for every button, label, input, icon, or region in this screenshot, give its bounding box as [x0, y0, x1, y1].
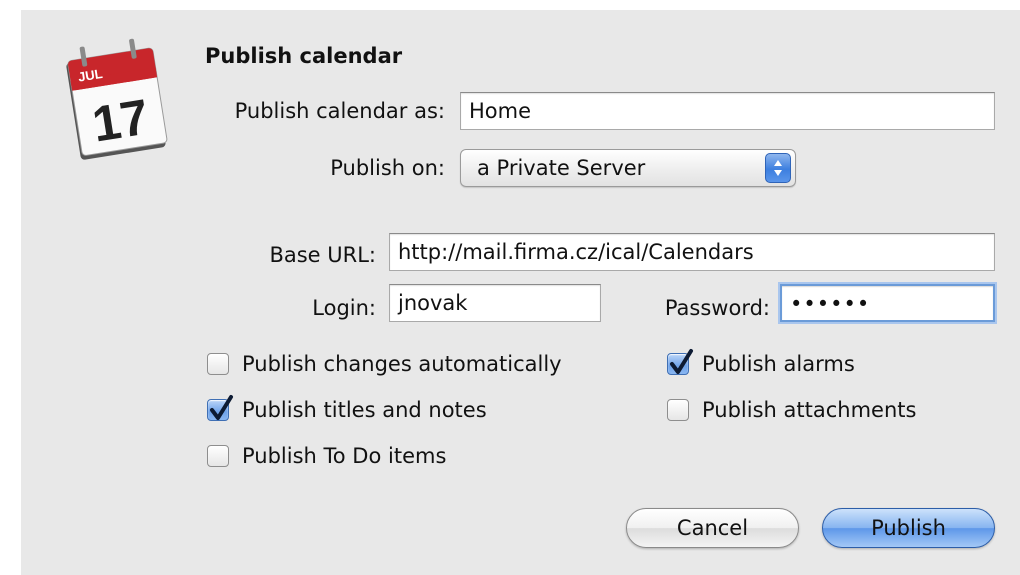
checkmark-icon [210, 395, 233, 420]
publish-todo-checkbox[interactable] [207, 445, 229, 467]
publish-button[interactable]: Publish [822, 508, 995, 548]
dialog-title: Publish calendar [205, 44, 403, 68]
publish-alarms-label[interactable]: Publish alarms [702, 352, 855, 376]
publish-titles-notes-checkbox[interactable] [207, 395, 233, 421]
cancel-button[interactable]: Cancel [626, 508, 799, 548]
publish-as-field[interactable]: Home [460, 92, 995, 130]
publish-alarms-checkbox[interactable] [667, 349, 693, 375]
password-field[interactable]: •••••• [780, 284, 995, 322]
login-field[interactable]: jnovak [389, 284, 601, 322]
publish-changes-auto-checkbox[interactable] [207, 353, 229, 375]
base-url-label: Base URL: [269, 243, 376, 267]
base-url-field[interactable]: http://mail.firma.cz/ical/Calendars [389, 233, 995, 271]
publish-attachments-label[interactable]: Publish attachments [702, 398, 916, 422]
publish-as-label: Publish calendar as: [234, 99, 445, 123]
calendar-icon: JUL 17 [66, 38, 168, 160]
publish-changes-auto-label[interactable]: Publish changes automatically [242, 352, 562, 376]
publish-attachments-checkbox[interactable] [667, 399, 689, 421]
password-label: Password: [664, 296, 770, 320]
publish-todo-label[interactable]: Publish To Do items [242, 444, 446, 468]
publish-on-value: a Private Server [477, 156, 646, 180]
login-label: Login: [312, 296, 376, 320]
publish-on-label: Publish on: [330, 156, 445, 180]
checkmark-icon [670, 349, 693, 374]
publish-titles-notes-label[interactable]: Publish titles and notes [242, 398, 487, 422]
popup-arrows-icon [765, 153, 791, 183]
publish-on-popup[interactable]: a Private Server [460, 149, 796, 187]
calendar-icon-day: 17 [89, 89, 153, 153]
